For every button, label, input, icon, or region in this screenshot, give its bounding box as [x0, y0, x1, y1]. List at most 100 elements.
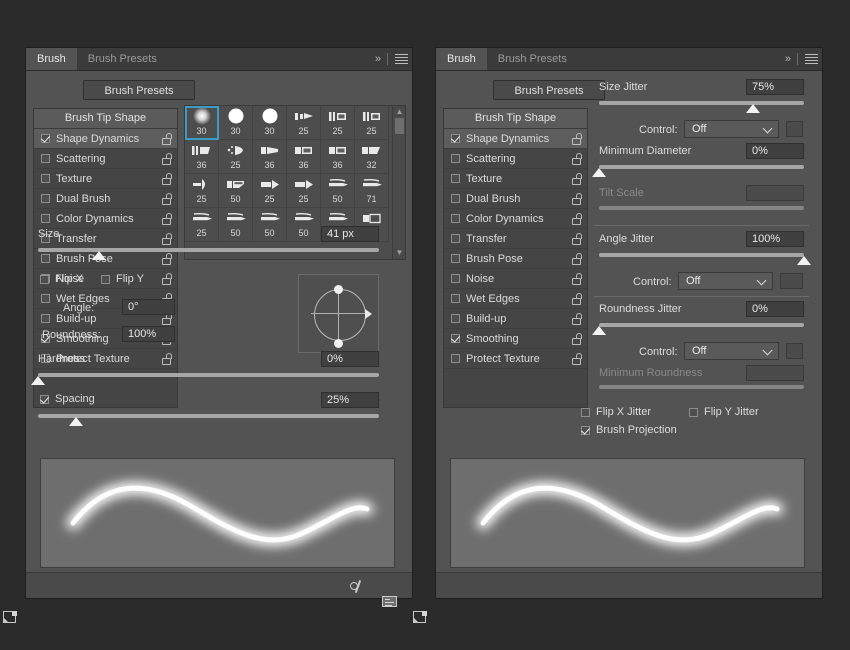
- brush-presets-button-left[interactable]: Brush Presets: [83, 80, 195, 100]
- flip-x-checkbox-box[interactable]: [40, 275, 49, 284]
- brush-tip-cell[interactable]: 25: [185, 174, 219, 208]
- lock-icon[interactable]: [161, 213, 172, 225]
- option-checkbox[interactable]: [451, 234, 460, 243]
- option-checkbox[interactable]: [41, 294, 50, 303]
- brush-option-shape-dynamics[interactable]: Shape Dynamics: [34, 129, 177, 149]
- size-jitter-slider-thumb[interactable]: [746, 104, 760, 113]
- brush-option-texture[interactable]: Texture: [34, 169, 177, 189]
- chevron-double-right-icon[interactable]: »: [375, 53, 380, 65]
- angle-value-field[interactable]: 0°: [122, 299, 175, 315]
- brush-tip-cell[interactable]: 36: [253, 140, 287, 174]
- brush-option-shape-dynamics[interactable]: Shape Dynamics: [444, 129, 587, 149]
- chevron-up-icon[interactable]: ▲: [393, 106, 406, 118]
- angle-jitter-slider-thumb[interactable]: [797, 256, 811, 265]
- flip-x-checkbox[interactable]: Flip X: [40, 273, 83, 285]
- flip-y-checkbox-box[interactable]: [101, 275, 110, 284]
- lock-icon[interactable]: [571, 293, 582, 305]
- brush-tip-cell[interactable]: 30: [185, 106, 219, 140]
- hardness-value-field[interactable]: 0%: [321, 351, 379, 367]
- brush-option-smoothing[interactable]: Smoothing: [444, 329, 587, 349]
- brush-tip-cell[interactable]: 50: [219, 208, 253, 242]
- roundness-jitter-aux-field[interactable]: [786, 343, 803, 359]
- size-value-field[interactable]: 41 px: [321, 226, 379, 242]
- lock-icon[interactable]: [571, 193, 582, 205]
- brush-tip-cell[interactable]: 50: [253, 208, 287, 242]
- option-checkbox[interactable]: [451, 354, 460, 363]
- panel-menu-icon[interactable]: [395, 52, 408, 66]
- minimum-diameter-value-field[interactable]: 0%: [746, 143, 804, 159]
- brush-option-protect-texture[interactable]: Protect Texture: [444, 349, 587, 369]
- option-checkbox[interactable]: [451, 154, 460, 163]
- size-jitter-value-field[interactable]: 75%: [746, 79, 804, 95]
- brush-option-noise[interactable]: Noise: [444, 269, 587, 289]
- size-slider-track[interactable]: [38, 248, 379, 252]
- brush-tip-cell[interactable]: 36: [287, 140, 321, 174]
- brush-option-wet-edges[interactable]: Wet Edges: [444, 289, 587, 309]
- brush-option-texture[interactable]: Texture: [444, 169, 587, 189]
- option-checkbox[interactable]: [451, 334, 460, 343]
- flip-y-checkbox[interactable]: Flip Y: [101, 273, 144, 285]
- brush-tip-cell[interactable]: 30: [219, 106, 253, 140]
- brush-option-color-dynamics[interactable]: Color Dynamics: [34, 209, 177, 229]
- lock-icon[interactable]: [571, 173, 582, 185]
- option-checkbox[interactable]: [451, 294, 460, 303]
- minimum-diameter-slider-track[interactable]: [599, 165, 804, 169]
- angle-jitter-value-field[interactable]: 100%: [746, 231, 804, 247]
- roundness-value-field[interactable]: 100%: [122, 326, 175, 342]
- flip-y-jitter-checkbox-box[interactable]: [689, 408, 698, 417]
- spacing-checkbox[interactable]: Spacing: [40, 393, 95, 405]
- brush-tip-cell[interactable]: 36: [321, 140, 355, 174]
- option-checkbox[interactable]: [41, 214, 50, 223]
- lock-icon[interactable]: [161, 233, 172, 245]
- brush-option-build-up[interactable]: Build-up: [444, 309, 587, 329]
- chevron-down-icon[interactable]: [758, 277, 766, 285]
- open-preset-manager-icon[interactable]: [382, 594, 398, 609]
- minimum-diameter-slider-thumb[interactable]: [592, 168, 606, 177]
- brush-tip-shape-header-left[interactable]: Brush Tip Shape: [34, 109, 177, 129]
- tab-brush-left[interactable]: Brush: [26, 48, 77, 70]
- roundness-handle-top[interactable]: [334, 285, 343, 294]
- chevron-double-right-icon[interactable]: »: [785, 53, 790, 65]
- chevron-down-icon[interactable]: [764, 347, 772, 355]
- roundness-jitter-slider-thumb[interactable]: [592, 326, 606, 335]
- roundness-jitter-value-field[interactable]: 0%: [746, 301, 804, 317]
- lock-icon[interactable]: [571, 133, 582, 145]
- option-checkbox[interactable]: [451, 254, 460, 263]
- toggle-pressure-size-icon[interactable]: [350, 579, 366, 594]
- option-checkbox[interactable]: [41, 174, 50, 183]
- size-jitter-control-dropdown[interactable]: Off: [684, 120, 779, 138]
- brush-tip-cell[interactable]: 50: [321, 174, 355, 208]
- brush-option-brush-pose[interactable]: Brush Pose: [444, 249, 587, 269]
- option-checkbox[interactable]: [451, 274, 460, 283]
- angle-roundness-widget[interactable]: [298, 274, 379, 353]
- flip-x-jitter-checkbox[interactable]: Flip X Jitter: [581, 406, 651, 418]
- brush-option-scattering[interactable]: Scattering: [34, 149, 177, 169]
- option-checkbox[interactable]: [41, 254, 50, 263]
- brush-tip-cell[interactable]: 25: [287, 174, 321, 208]
- option-checkbox[interactable]: [41, 314, 50, 323]
- flip-y-jitter-checkbox[interactable]: Flip Y Jitter: [689, 406, 759, 418]
- hardness-slider-track[interactable]: [38, 373, 379, 377]
- brush-tip-cell[interactable]: 25: [253, 174, 287, 208]
- lock-icon[interactable]: [571, 253, 582, 265]
- roundness-handle-bottom[interactable]: [334, 339, 343, 348]
- lock-icon[interactable]: [571, 313, 582, 325]
- brush-grid-scrollbar[interactable]: ▲ ▼: [392, 106, 405, 259]
- spacing-value-field[interactable]: 25%: [321, 392, 379, 408]
- brush-tip-cell[interactable]: 36: [185, 140, 219, 174]
- brush-option-transfer[interactable]: Transfer: [444, 229, 587, 249]
- create-new-brush-icon[interactable]: [412, 609, 428, 624]
- lock-icon[interactable]: [161, 133, 172, 145]
- lock-icon[interactable]: [161, 353, 172, 365]
- option-checkbox[interactable]: [451, 194, 460, 203]
- brush-presets-button-right[interactable]: Brush Presets: [493, 80, 605, 100]
- lock-icon[interactable]: [571, 333, 582, 345]
- size-jitter-slider-track[interactable]: [599, 101, 804, 105]
- brush-option-color-dynamics[interactable]: Color Dynamics: [444, 209, 587, 229]
- lock-icon[interactable]: [161, 253, 172, 265]
- option-checkbox[interactable]: [451, 214, 460, 223]
- brush-option-scattering[interactable]: Scattering: [444, 149, 587, 169]
- spacing-slider-track[interactable]: [38, 414, 379, 418]
- brush-tip-shape-header-right[interactable]: Brush Tip Shape: [444, 109, 587, 129]
- brush-tip-cell[interactable]: 30: [253, 106, 287, 140]
